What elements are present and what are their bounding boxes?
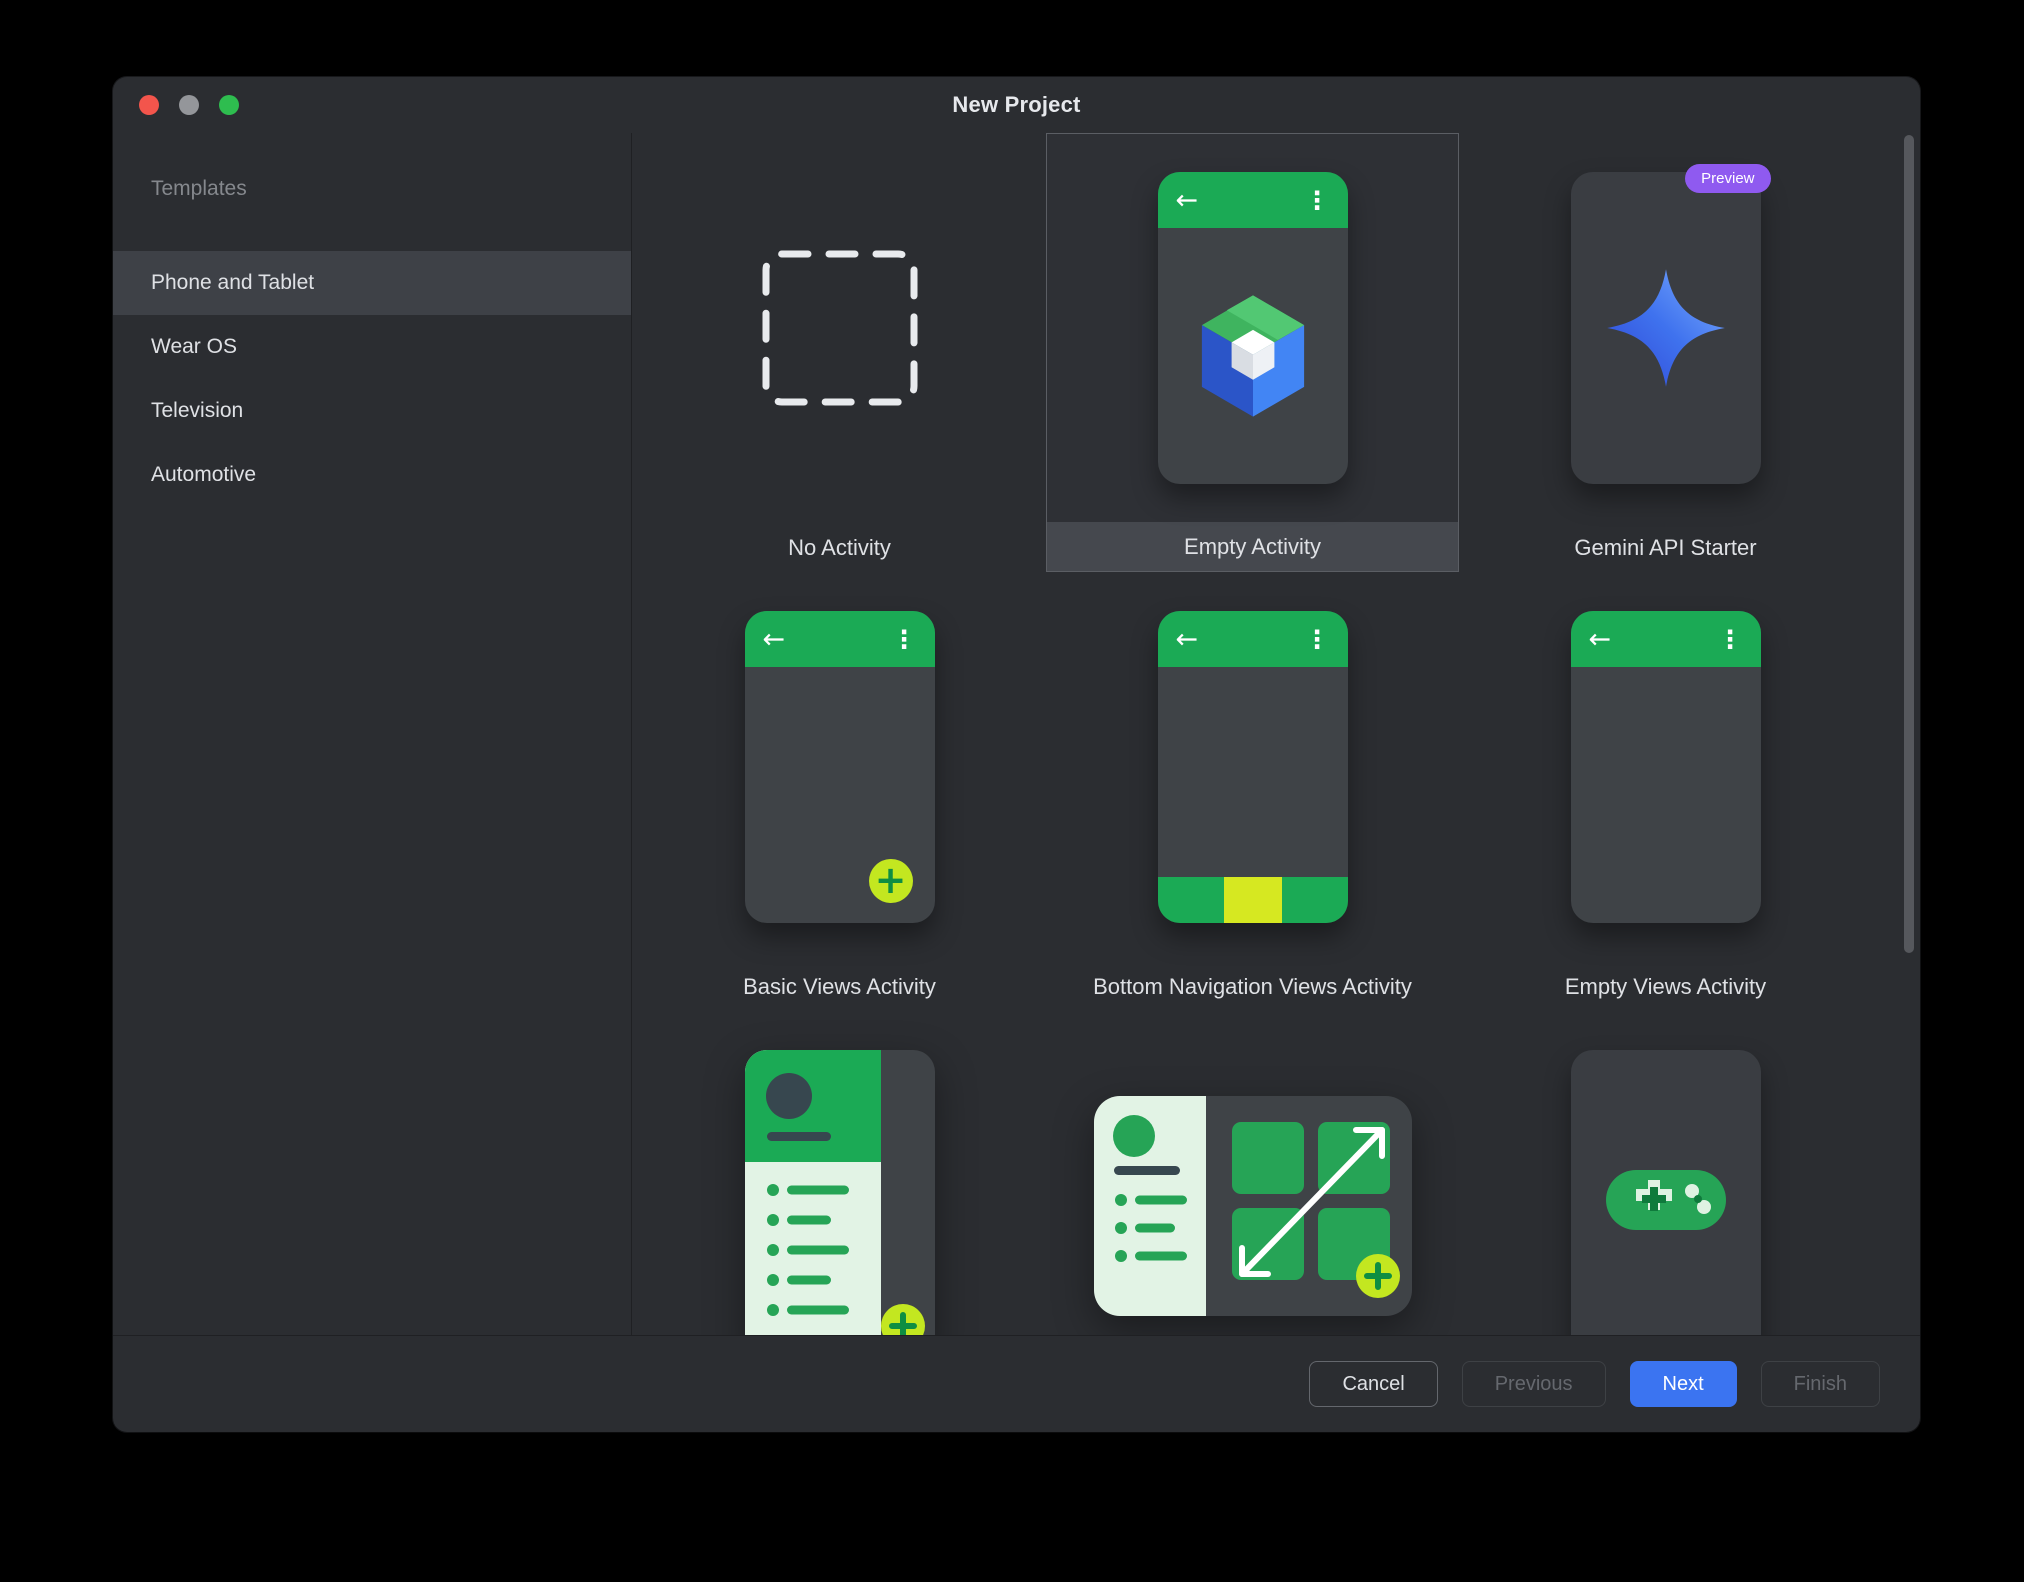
gemini-phone-mockup	[1571, 172, 1761, 484]
traffic-lights	[139, 77, 239, 133]
window-title: New Project	[952, 92, 1080, 118]
template-label: Empty Views Activity	[1459, 962, 1872, 1011]
titlebar: New Project	[113, 77, 1920, 133]
back-arrow-icon: ←	[1176, 187, 1199, 214]
sidebar-header: Templates	[113, 177, 631, 201]
close-window-button[interactable]	[139, 95, 159, 115]
vertical-scrollbar[interactable]	[1904, 135, 1914, 1333]
sidebar-item-automotive[interactable]: Automotive	[113, 443, 631, 507]
templates-sidebar: Templates Phone and Tablet Wear OS Telev…	[113, 133, 632, 1335]
sidebar-item-label: Television	[151, 399, 243, 423]
bottom-nav-bar-icon	[1158, 877, 1348, 923]
zoom-window-button[interactable]	[219, 95, 239, 115]
no-activity-icon	[761, 249, 919, 407]
dialog-footer: Cancel Previous Next Finish	[113, 1335, 1920, 1432]
basic-views-phone-mockup: ← ⋮ +	[745, 611, 935, 923]
kebab-menu-icon: ⋮	[892, 627, 917, 652]
template-card-game-activity[interactable]	[1459, 1011, 1872, 1335]
back-arrow-icon: ←	[1589, 626, 1612, 653]
template-card-basic-views-activity[interactable]: ← ⋮ + Basic Views Activity	[633, 572, 1046, 1011]
back-arrow-icon: ←	[1176, 626, 1199, 653]
template-card-no-activity[interactable]: No Activity	[633, 133, 1046, 572]
template-label: No Activity	[633, 523, 1046, 572]
template-label: Basic Views Activity	[633, 962, 1046, 1011]
kebab-menu-icon: ⋮	[1305, 188, 1330, 213]
finish-button[interactable]: Finish	[1761, 1361, 1880, 1407]
template-card-gemini-api-starter[interactable]: Preview	[1459, 133, 1872, 572]
template-card-primary-detail[interactable]	[1046, 1011, 1459, 1335]
previous-button[interactable]: Previous	[1462, 1361, 1606, 1407]
template-label: Gemini API Starter	[1459, 523, 1872, 572]
jetpack-compose-logo-icon	[1193, 293, 1313, 419]
primary-detail-icon	[1094, 1096, 1412, 1316]
preview-badge: Preview	[1685, 164, 1770, 193]
sidebar-item-television[interactable]: Television	[113, 379, 631, 443]
back-arrow-icon: ←	[763, 626, 786, 653]
template-label: Empty Activity	[1047, 522, 1458, 571]
game-phone-mockup	[1571, 1050, 1761, 1335]
new-project-dialog: New Project Templates Phone and Tablet W…	[113, 77, 1920, 1432]
template-label: Bottom Navigation Views Activity	[1046, 962, 1459, 1011]
empty-views-phone-mockup: ← ⋮	[1571, 611, 1761, 923]
kebab-menu-icon: ⋮	[1718, 627, 1743, 652]
scrollbar-thumb[interactable]	[1904, 135, 1914, 953]
template-gallery: No Activity ← ⋮	[632, 133, 1920, 1335]
cancel-button[interactable]: Cancel	[1309, 1361, 1437, 1407]
sidebar-item-label: Wear OS	[151, 335, 237, 359]
template-card-empty-activity[interactable]: ← ⋮	[1046, 133, 1459, 572]
kebab-menu-icon: ⋮	[1305, 627, 1330, 652]
template-card-navigation-drawer[interactable]	[633, 1011, 1046, 1335]
sidebar-item-label: Automotive	[151, 463, 256, 487]
empty-activity-phone-mockup: ← ⋮	[1158, 172, 1348, 484]
sidebar-item-phone-and-tablet[interactable]: Phone and Tablet	[113, 251, 631, 315]
gamepad-icon	[1604, 1162, 1728, 1238]
navigation-drawer-icon	[745, 1050, 935, 1335]
fab-plus-icon: +	[869, 859, 913, 903]
gemini-spark-icon	[1603, 265, 1729, 391]
sidebar-item-label: Phone and Tablet	[151, 271, 314, 295]
bottom-nav-phone-mockup: ← ⋮	[1158, 611, 1348, 923]
minimize-window-button[interactable]	[179, 95, 199, 115]
next-button[interactable]: Next	[1630, 1361, 1737, 1407]
template-card-bottom-navigation-views-activity[interactable]: ← ⋮ Bottom Navigation Views Activity	[1046, 572, 1459, 1011]
template-card-empty-views-activity[interactable]: ← ⋮ Empty Views Activity	[1459, 572, 1872, 1011]
sidebar-item-wear-os[interactable]: Wear OS	[113, 315, 631, 379]
